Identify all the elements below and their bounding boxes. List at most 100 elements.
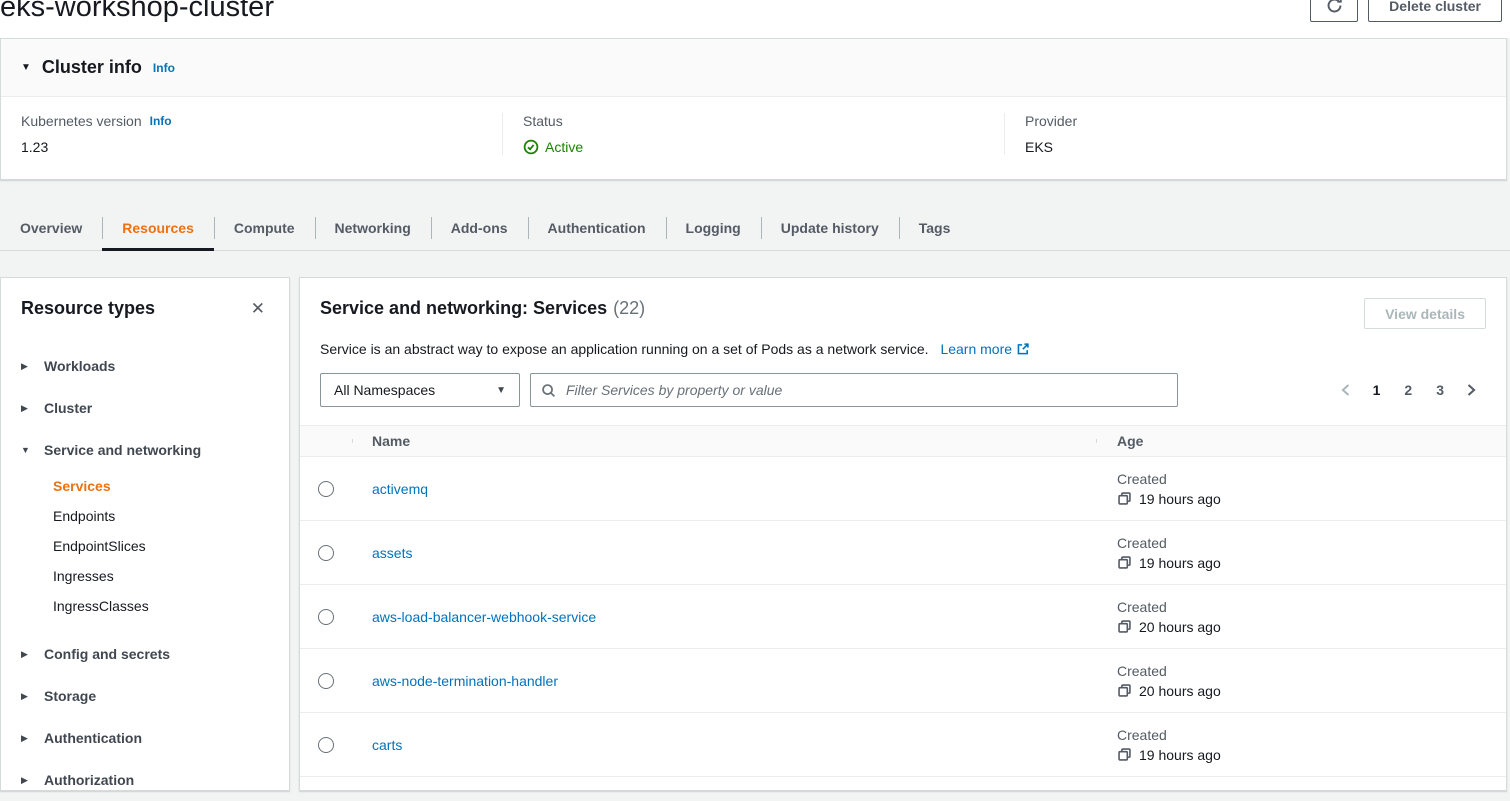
tab-compute[interactable]: Compute [214, 206, 315, 250]
row-radio[interactable] [318, 545, 334, 561]
next-page-icon[interactable] [1459, 379, 1484, 401]
table-row: carts Created 19 hours ago [300, 713, 1506, 777]
tab-logging[interactable]: Logging [666, 206, 761, 250]
table-row: activemq Created 19 hours ago [300, 457, 1506, 521]
row-radio[interactable] [318, 481, 334, 497]
age-value: 19 hours ago [1139, 491, 1221, 507]
table-row: aws-node-termination-handlerCreated20 ho… [300, 649, 1506, 713]
tab-overview[interactable]: Overview [0, 206, 102, 250]
tab-add-ons[interactable]: Add-ons [431, 206, 528, 250]
copy-icon[interactable] [1117, 683, 1132, 698]
created-label: Created [1117, 471, 1506, 487]
created-label: Created [1117, 535, 1506, 551]
tab-resources[interactable]: Resources [102, 206, 214, 250]
tree-group-authentication[interactable]: ▶ Authentication [21, 717, 269, 759]
tree-item-ingresses[interactable]: Ingresses [53, 561, 269, 591]
caret-right-icon: ▶ [21, 775, 31, 786]
copy-icon[interactable] [1117, 555, 1132, 570]
status-badge: Active [523, 139, 984, 155]
tree-group-config-and-secrets[interactable]: ▶Config and secrets [21, 633, 269, 675]
namespace-select[interactable]: All Namespaces ▼ [320, 373, 520, 407]
tree-group-service-and-networking[interactable]: ▼Service and networking [21, 429, 269, 471]
field-status: Status Active [502, 113, 1004, 155]
age-value: 19 hours ago [1139, 747, 1221, 763]
external-link-icon [1016, 342, 1030, 356]
service-link[interactable]: carts [372, 737, 402, 753]
services-description-text: Service is an abstract way to expose an … [320, 341, 929, 357]
services-table: Name Age activemq Created 19 hours ago asse… [300, 425, 1506, 791]
field-provider: Provider EKS [1004, 113, 1506, 155]
resource-types-panel: Resource types ✕ ▶ Workloads ▶ Cluster ▼Serv… [0, 277, 290, 791]
kubernetes-version-info-link[interactable]: Info [150, 114, 172, 128]
previous-page-icon[interactable] [1333, 379, 1358, 401]
field-kubernetes-version: Kubernetes version Info 1.23 [1, 113, 502, 155]
copy-icon[interactable] [1117, 747, 1132, 762]
page-title: eks-workshop-cluster [0, 0, 274, 24]
tree-group-workloads[interactable]: ▶ Workloads [21, 345, 269, 387]
tree-group-label: Authentication [44, 730, 142, 746]
tree-group-label: Cluster [44, 400, 92, 416]
tree-group-authorization[interactable]: ▶ Authorization [21, 759, 269, 801]
view-details-button[interactable]: View details [1364, 298, 1486, 329]
service-link[interactable]: assets [372, 545, 412, 561]
tree-item-endpointslices[interactable]: EndpointSlices [53, 531, 269, 561]
created-label: Created [1117, 727, 1506, 743]
page-number-3[interactable]: 3 [1427, 378, 1453, 402]
page-number-2[interactable]: 2 [1395, 378, 1421, 402]
delete-cluster-button[interactable]: Delete cluster [1368, 0, 1502, 22]
service-link[interactable]: aws-node-termination-handler [372, 673, 558, 689]
close-icon[interactable]: ✕ [247, 299, 269, 319]
name-column-header[interactable]: Name [352, 433, 1096, 449]
tab-bar: OverviewResourcesComputeNetworkingAdd-on… [0, 180, 1510, 251]
tab-authentication[interactable]: Authentication [528, 206, 666, 250]
cluster-info-header[interactable]: ▼ Cluster info Info [1, 39, 1506, 96]
services-title-text: Service and networking: Services [320, 298, 607, 318]
tree-group-label: Workloads [44, 358, 115, 374]
copy-icon[interactable] [1117, 491, 1132, 506]
tree-group-label: Authorization [44, 772, 134, 788]
resource-types-title: Resource types [21, 298, 155, 319]
tree-group-cluster[interactable]: ▶ Cluster [21, 387, 269, 429]
check-circle-icon [523, 139, 539, 155]
service-link[interactable]: aws-load-balancer-webhook-service [372, 609, 596, 625]
chevron-down-icon: ▼ [496, 385, 506, 396]
service-link[interactable]: activemq [372, 481, 428, 497]
tree-item-endpoints[interactable]: Endpoints [53, 501, 269, 531]
caret-right-icon: ▶ [21, 733, 31, 744]
tree-group-storage[interactable]: ▶Storage [21, 675, 269, 717]
caret-right-icon: ▶ [21, 361, 31, 372]
age-column-header[interactable]: Age [1096, 433, 1506, 449]
search-icon [541, 383, 556, 398]
content-area: Resource types ✕ ▶Workloads▶Cluster▼Serv… [0, 251, 1510, 791]
created-label: Created [1117, 599, 1506, 615]
tab-networking[interactable]: Networking [315, 206, 431, 250]
row-radio[interactable] [318, 737, 334, 753]
tree-children: ServicesEndpointsEndpointSlicesIngresses… [53, 471, 269, 621]
refresh-button[interactable] [1310, 0, 1358, 22]
age-value: 19 hours ago [1139, 555, 1221, 571]
services-description: Service is an abstract way to expose an … [320, 341, 1486, 357]
tree-item-services[interactable]: Services [53, 471, 269, 501]
row-radio[interactable] [318, 609, 334, 625]
cluster-info-card: ▼ Cluster info Info Kubernetes version I… [0, 38, 1507, 180]
age-value: 20 hours ago [1139, 619, 1221, 635]
tree-item-ingressclasses[interactable]: IngressClasses [53, 591, 269, 621]
tab-tags[interactable]: Tags [899, 206, 971, 250]
search-input[interactable] [564, 381, 1167, 399]
row-radio[interactable] [318, 673, 334, 689]
page-header: eks-workshop-cluster Delete cluster [0, 0, 1510, 38]
learn-more-link[interactable]: Learn more [940, 341, 1030, 357]
page-number-1[interactable]: 1 [1364, 378, 1390, 402]
caret-right-icon: ▶ [21, 649, 31, 660]
tab-update-history[interactable]: Update history [761, 206, 899, 250]
services-title: Service and networking: Services(22) [320, 298, 645, 319]
caret-right-icon: ▶ [21, 403, 31, 414]
services-table-body: activemq Created 19 hours ago assets Created… [300, 457, 1506, 791]
copy-icon[interactable] [1117, 619, 1132, 634]
table-header: Name Age [300, 425, 1506, 457]
table-controls: All Namespaces ▼ 123 [320, 373, 1486, 407]
tab-list: OverviewResourcesComputeNetworkingAdd-on… [0, 206, 1510, 251]
cluster-info-info-link[interactable]: Info [153, 61, 175, 75]
age-value: 20 hours ago [1139, 683, 1221, 699]
pagination: 123 [1333, 378, 1486, 402]
